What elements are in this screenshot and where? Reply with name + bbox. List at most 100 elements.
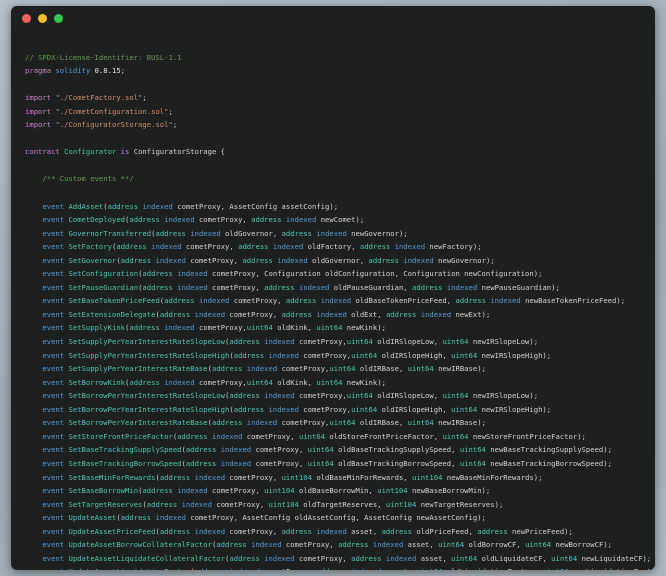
code-token: indexed [320, 296, 352, 306]
code-token: cometProxy, [225, 309, 282, 319]
code-token: address [107, 201, 139, 211]
code-token: uint64 [298, 431, 326, 441]
code-token: indexed [229, 567, 259, 570]
code-token: event [42, 404, 65, 414]
code-token: indexed [194, 309, 226, 319]
code-token: oldBaseTrackingSupplySpeed, [333, 445, 460, 455]
code-token: indexed [268, 404, 299, 414]
code-token: indexed [277, 255, 308, 265]
code-token: indexed [220, 445, 252, 455]
code-token: cometProxy, AssetConfig assetConfig); [172, 201, 339, 211]
code-token: newGovernor); [433, 255, 495, 265]
code-token: event [42, 255, 65, 265]
code-token: address [242, 255, 273, 265]
code-token: address [120, 255, 152, 265]
code-token: asset, [382, 567, 417, 570]
code-token: cometProxy, AssetConfig oldAssetConfig, … [185, 513, 486, 523]
code-token: event [42, 309, 65, 319]
code-token: event [42, 228, 65, 238]
code-token: uint64 [451, 350, 478, 360]
code-token: ; [120, 66, 126, 76]
code-token: SetExtensionDelegate [68, 309, 156, 319]
code-token: event [42, 323, 65, 333]
code-token: address [233, 350, 265, 360]
code-line: event CometDeployed(address indexed come… [25, 213, 655, 227]
code-line: event AddAsset(address indexed cometProx… [25, 200, 655, 214]
code-token: event [42, 445, 65, 455]
code-line: event SetExtensionDelegate(address index… [25, 308, 655, 322]
code-token: oldLiquidationFactor, [442, 567, 542, 570]
code-token: cometProxy, [242, 431, 299, 441]
close-button[interactable] [22, 14, 31, 23]
code-token: event [42, 499, 65, 509]
code-token: address [211, 418, 243, 428]
code-token: newFactory); [425, 242, 482, 252]
code-token: indexed [142, 201, 173, 211]
code-token: indexed [198, 296, 230, 306]
code-token: indexed [351, 567, 381, 570]
code-token: oldStoreFrontPriceFactor, [325, 431, 443, 441]
maximize-button[interactable] [54, 14, 63, 23]
code-token: address [211, 364, 243, 374]
code-token: SetBaseTrackingBorrowSpeed [68, 458, 182, 468]
code-line: event UpdateAssetBorrowCollateralFactor(… [25, 538, 655, 552]
code-token: uint64 [451, 553, 478, 563]
code-editor-content[interactable]: // SPDX-License-Identifier: BUSL-1.1 prag… [11, 31, 655, 570]
code-token: address [381, 526, 413, 536]
code-token: indexed [264, 337, 295, 347]
code-token: UpdateAssetBorrowCollateralFactor [68, 540, 212, 550]
code-token: uint64 [459, 458, 486, 468]
code-line: event UpdateAssetLiquidationFactor(addre… [25, 565, 655, 570]
code-token: address [216, 540, 247, 550]
code-line: import "./ConfiguratorStorage.sol"; [25, 118, 655, 132]
code-token: oldIRSlopeLow, [372, 391, 443, 401]
code-line: event SetBaseTrackingSupplySpeed(address… [25, 443, 655, 457]
code-line: event SetConfiguration(address indexed c… [25, 267, 655, 281]
code-token: event [42, 431, 65, 441]
code-token: cometProxy, [229, 296, 286, 306]
code-token: event [42, 269, 65, 279]
code-token: event [42, 364, 65, 374]
code-token: indexed [246, 418, 278, 428]
code-token: solidity [55, 66, 91, 76]
code-token: uint104 [385, 499, 417, 509]
code-token: newLiquidationFactor); [569, 567, 655, 570]
code-token: event [42, 526, 65, 536]
code-token: uint64 [525, 540, 552, 550]
code-token: import [25, 106, 52, 116]
code-token: "./CometConfiguration.sol" [55, 106, 169, 116]
code-token: address [120, 513, 152, 523]
code-token: event [42, 215, 65, 225]
minimize-button[interactable] [38, 14, 47, 23]
code-token: GovernorTransferred [68, 228, 152, 238]
code-token: address [229, 391, 260, 401]
code-token: oldIRSlopeHigh, [377, 404, 452, 414]
window-titlebar[interactable] [11, 6, 655, 31]
code-token: newBaseMinForRewards); [442, 472, 543, 482]
code-token: oldIRBase, [355, 364, 408, 374]
code-token: address [477, 526, 508, 536]
code-token: event [42, 337, 65, 347]
code-token: indexed [177, 486, 208, 496]
code-token: SetSupplyPerYearInterestRateBase [68, 364, 208, 374]
code-line: event SetBorrowPerYearInterestRateBase(a… [25, 416, 655, 430]
code-token: indexed [268, 350, 299, 360]
code-token: uint64 [407, 364, 434, 374]
code-token: indexed [298, 282, 330, 292]
code-token: uint64 [346, 391, 373, 401]
code-token: SetBaseMinForRewards [68, 472, 156, 482]
code-token: indexed [212, 431, 243, 441]
code-token: cometProxy, [207, 486, 265, 496]
code-token: uint64 [246, 323, 273, 333]
code-token: SetSupplyPerYearInterestRateSlopeHigh [68, 350, 230, 360]
code-token: Configurator [64, 147, 117, 157]
code-token: uint64 [246, 377, 273, 387]
code-token: uint64 [316, 323, 343, 333]
